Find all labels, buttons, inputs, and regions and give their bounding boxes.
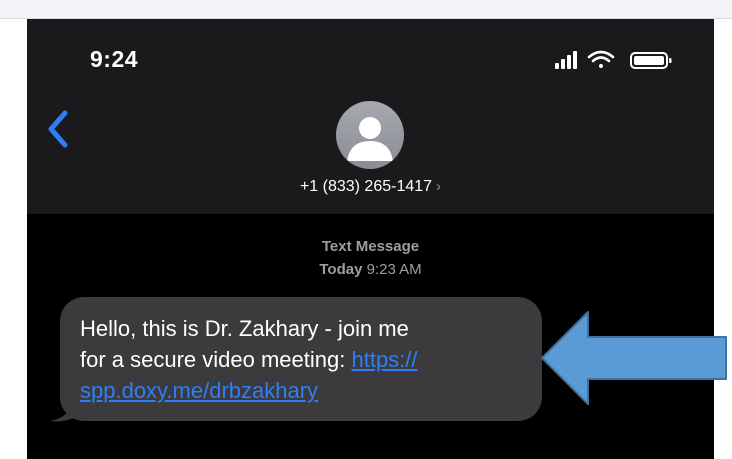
- message-timestamp: Today 9:23 AM: [27, 261, 714, 278]
- person-icon: [347, 117, 393, 161]
- contact-number: +1 (833) 265-1417: [299, 178, 433, 195]
- contact-avatar[interactable]: [336, 101, 404, 169]
- message-date-time: 9:23 AM: [366, 261, 422, 278]
- meeting-link-part2[interactable]: spp.doxy.me/drbzakhary: [80, 378, 318, 403]
- message-date-day: Today: [319, 261, 363, 278]
- battery-icon: [630, 52, 672, 69]
- message-text-line1: Hello, this is Dr. Zakhary - join me: [80, 316, 409, 341]
- chevron-right-icon: ›: [436, 178, 442, 195]
- status-icons: [555, 50, 672, 69]
- annotation-arrow-icon: [541, 311, 727, 405]
- status-time: 9:24: [90, 46, 139, 72]
- meeting-link-part1[interactable]: https://: [351, 347, 417, 372]
- conversation-header: 9:24 +1 (833) 265-1417 ›: [27, 19, 714, 214]
- back-chevron-icon[interactable]: [45, 109, 69, 149]
- message-type-label: Text Message: [321, 238, 420, 255]
- message-bubble[interactable]: Hello, this is Dr. Zakhary - join me for…: [60, 297, 542, 421]
- wifi-icon: [587, 50, 615, 68]
- signal-icon: [555, 51, 577, 69]
- contact-number-button[interactable]: +1 (833) 265-1417 ›: [27, 178, 714, 196]
- message-text-line2: for a secure video meeting:: [80, 347, 352, 372]
- top-strip: [0, 0, 732, 19]
